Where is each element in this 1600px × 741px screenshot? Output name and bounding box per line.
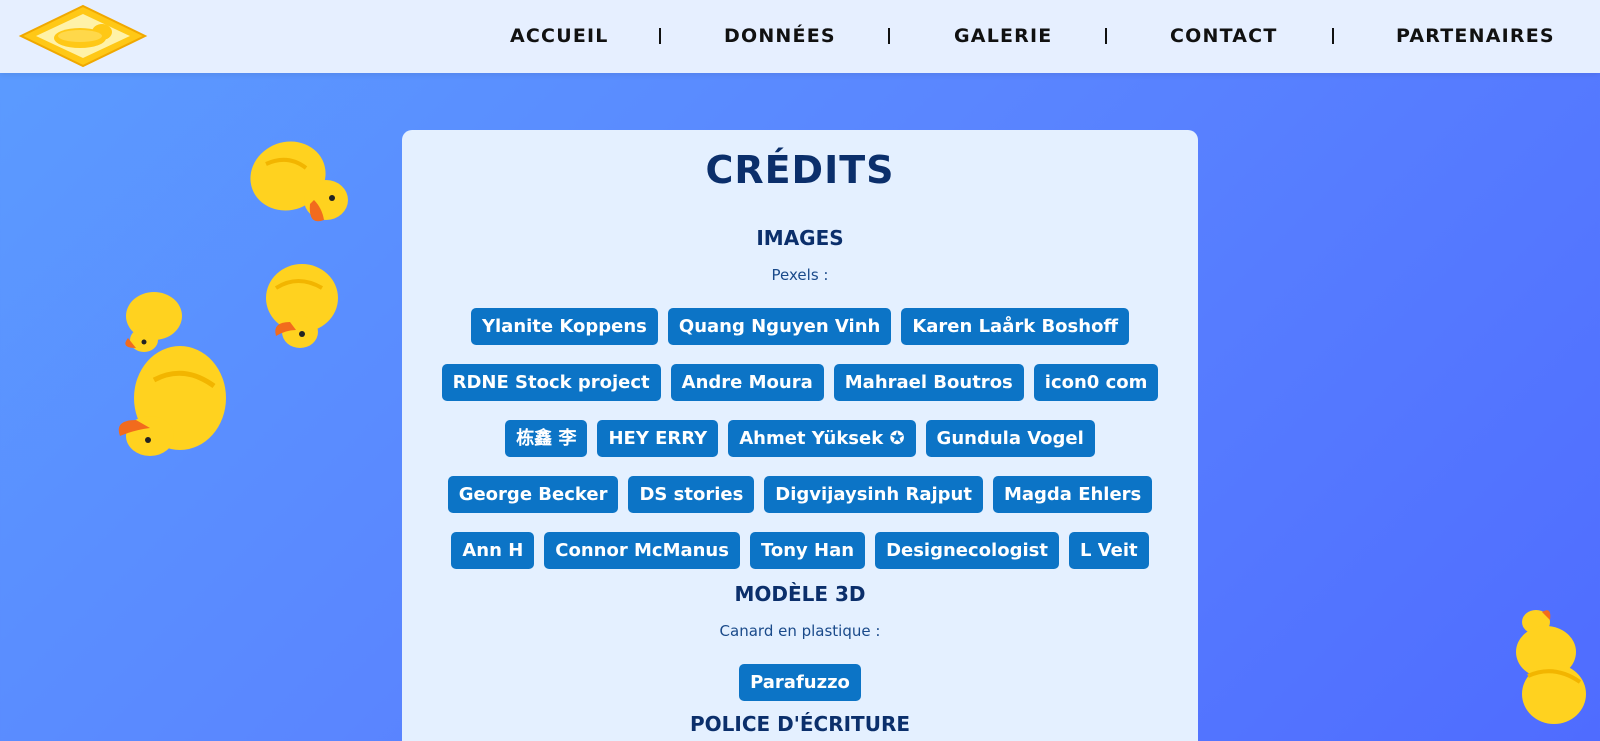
- credit-tag[interactable]: Quang Nguyen Vinh: [667, 308, 892, 345]
- credit-tag[interactable]: RDNE Stock project: [441, 364, 661, 401]
- nav-galerie[interactable]: GALERIE: [954, 22, 1052, 50]
- nav-separator: [1105, 28, 1107, 44]
- credits-card: CRÉDITS IMAGES Pexels : Ylanite Koppens …: [402, 130, 1198, 741]
- credit-tag[interactable]: L Veit: [1068, 532, 1149, 569]
- site-header: ACCUEIL DONNÉES GALERIE CONTACT PARTENAI…: [0, 0, 1600, 73]
- credit-tag[interactable]: Ann H: [451, 532, 535, 569]
- source-label-duck-model: Canard en plastique :: [719, 622, 881, 640]
- credit-tag[interactable]: Andre Moura: [670, 364, 824, 401]
- credit-tag-row: Ann H Connor McManus Tony Han Designecol…: [402, 532, 1198, 569]
- rubber-duck-icon: [118, 292, 226, 456]
- credit-tag-row: RDNE Stock project Andre Moura Mahrael B…: [402, 364, 1198, 401]
- credit-tag[interactable]: Designecologist: [875, 532, 1059, 569]
- nav-separator: [888, 28, 890, 44]
- credit-tag[interactable]: icon0 com: [1033, 364, 1159, 401]
- rubber-duck-icon: [1516, 610, 1586, 724]
- credit-tag[interactable]: Ylanite Koppens: [470, 308, 658, 345]
- credit-tag[interactable]: George Becker: [447, 476, 619, 513]
- nav-separator: [659, 28, 661, 44]
- rubber-duck-logo-icon[interactable]: [18, 4, 148, 68]
- nav-contact[interactable]: CONTACT: [1170, 22, 1278, 50]
- credit-tag[interactable]: DS stories: [628, 476, 755, 513]
- section-heading-font: POLICE D'ÉCRITURE: [690, 712, 910, 736]
- credit-tag[interactable]: Tony Han: [749, 532, 866, 569]
- nav-separator: [1332, 28, 1334, 44]
- credit-tag-row: Parafuzzo: [402, 664, 1198, 701]
- rubber-duck-icon: [266, 264, 338, 348]
- credit-tag[interactable]: Magda Ehlers: [992, 476, 1153, 513]
- credit-tag[interactable]: Connor McManus: [544, 532, 740, 569]
- rubber-duck-icon: [250, 141, 348, 222]
- credit-tag[interactable]: HEY ERRY: [597, 420, 719, 457]
- credit-tag-row: George Becker DS stories Digvijaysinh Ra…: [402, 476, 1198, 513]
- credit-tag-row: 栋鑫 李 HEY ERRY Ahmet Yüksek ✪ Gundula Vog…: [402, 420, 1198, 457]
- credit-tag-row: Ylanite Koppens Quang Nguyen Vinh Karen …: [402, 308, 1198, 345]
- section-heading-images: IMAGES: [756, 226, 844, 250]
- nav-accueil[interactable]: ACCUEIL: [510, 22, 609, 50]
- section-heading-model-3d: MODÈLE 3D: [734, 582, 866, 606]
- credit-tag[interactable]: Digvijaysinh Rajput: [764, 476, 983, 513]
- nav-partenaires[interactable]: PARTENAIRES: [1396, 22, 1555, 50]
- credit-tag[interactable]: Ahmet Yüksek ✪: [728, 420, 916, 457]
- credit-tag[interactable]: Gundula Vogel: [925, 420, 1095, 457]
- credit-tag[interactable]: 栋鑫 李: [505, 420, 588, 457]
- source-label-pexels: Pexels :: [771, 266, 829, 284]
- nav-donnees[interactable]: DONNÉES: [724, 22, 836, 50]
- credit-tag[interactable]: Parafuzzo: [739, 664, 861, 701]
- credit-tag[interactable]: Mahrael Boutros: [833, 364, 1024, 401]
- page-title: CRÉDITS: [705, 148, 895, 192]
- credit-tag[interactable]: Karen Laårk Boshoff: [901, 308, 1130, 345]
